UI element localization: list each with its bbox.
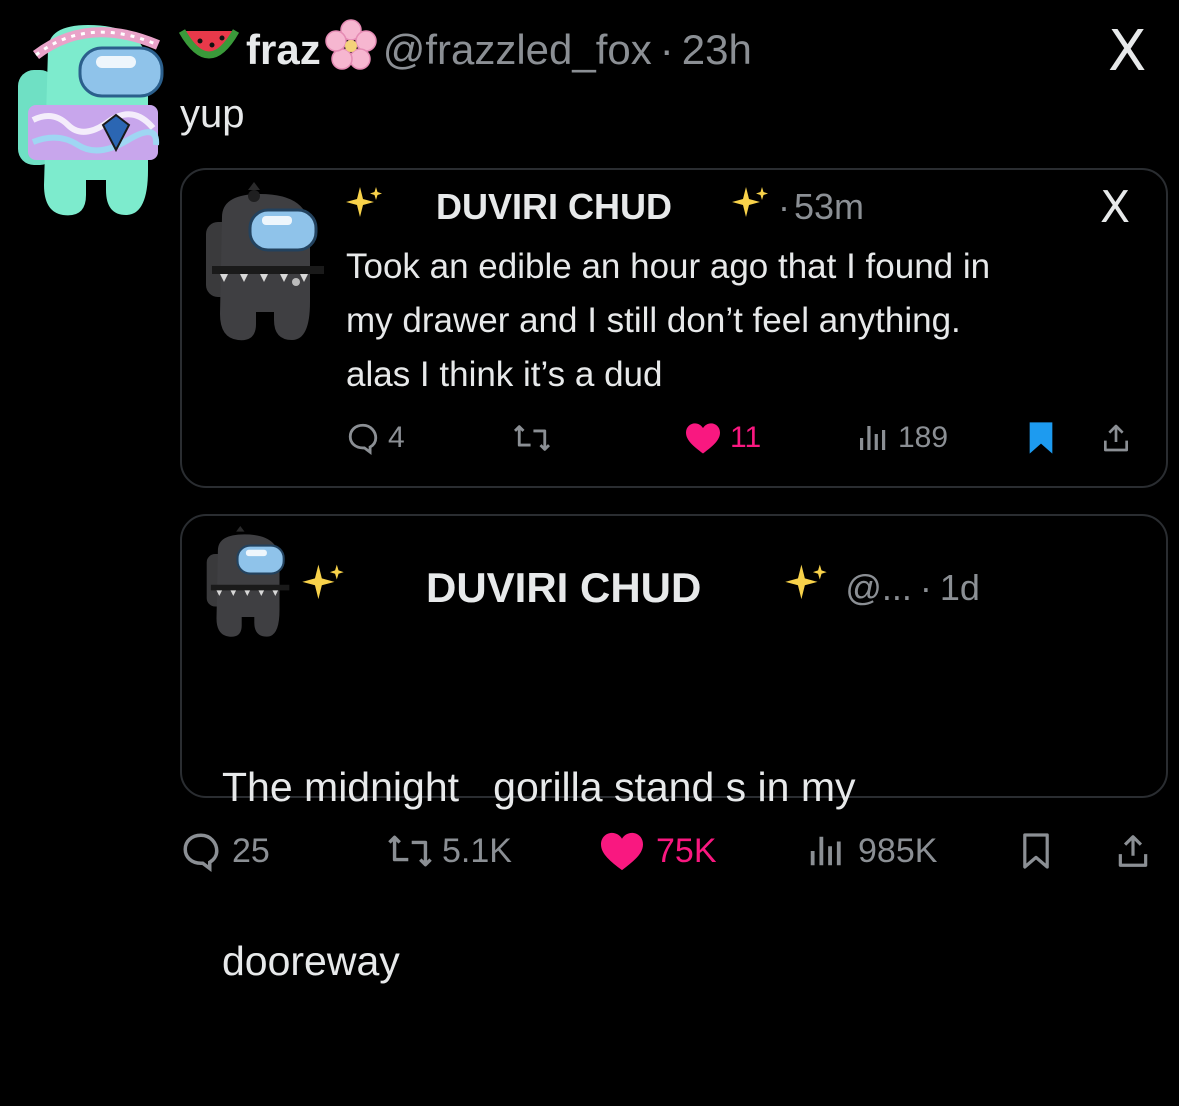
separator-dot: · (919, 567, 932, 608)
main-tweet-text: yup (180, 92, 245, 136)
heart-filled-icon (601, 832, 643, 871)
repost-button[interactable]: 5.1K (386, 830, 512, 872)
reply-count: 4 (388, 421, 405, 454)
separator-dot: · (778, 186, 791, 227)
views-icon (860, 426, 886, 450)
x-logo-icon: X (1100, 182, 1131, 233)
text-line: dooreway (222, 938, 400, 984)
views-button[interactable]: 189 (856, 421, 948, 455)
cherry-blossom-icon (324, 19, 377, 81)
heart-filled-icon (686, 423, 720, 454)
text-line: The midnight gorilla stand s in my (222, 764, 856, 810)
main-timestamp[interactable]: 23h (682, 26, 752, 74)
quote-1-text: Took an edible an hour ago that I found … (346, 240, 990, 402)
sparkles-icon (730, 183, 770, 232)
main-handle[interactable]: @frazzled_fox (383, 26, 652, 74)
bookmark-button[interactable] (1020, 830, 1052, 872)
sparkles-icon (300, 560, 346, 616)
text-line: alas I think it’s a dud (346, 355, 663, 394)
bookmark-icon (1023, 833, 1049, 869)
text-line: my drawer and I still don’t feel anythin… (346, 301, 961, 340)
like-count: 11 (730, 421, 762, 454)
views-button[interactable]: 985K (806, 832, 937, 871)
quote-1-timestamp[interactable]: 53m (794, 186, 864, 228)
repost-icon (388, 835, 432, 867)
quote-tweet-card-1[interactable]: DUVIRI CHUD · 53m X Took an edible an ho… (180, 168, 1168, 488)
repost-count: 5.1K (442, 831, 512, 870)
quote-2-display-name[interactable]: DUVIRI CHUD (426, 564, 701, 612)
separator-dot: · (659, 26, 674, 73)
avatar-duviri-chud[interactable] (200, 182, 330, 342)
quote-2-handle[interactable]: @... (845, 567, 912, 609)
reply-button[interactable]: 4 (346, 421, 405, 455)
quote-1-actions: 4 11 189 (346, 416, 1146, 460)
quote-tweet-card-2[interactable]: DUVIRI CHUD @... · 1d The midnight goril… (180, 514, 1168, 984)
share-button[interactable] (1100, 421, 1132, 455)
main-tweet-actions: 25 5.1K 75K 985K (180, 826, 1160, 876)
avatar-fraz[interactable] (8, 10, 168, 220)
text-line: Took an edible an hour ago that I found … (346, 247, 991, 286)
sparkles-icon (783, 560, 829, 616)
avatar-duviri-chud[interactable] (202, 526, 294, 638)
watermelon-icon (178, 21, 240, 79)
like-count: 75K (656, 831, 717, 870)
reply-icon (183, 833, 219, 872)
bookmark-button[interactable] (1026, 421, 1056, 455)
bookmark-filled-icon (1029, 422, 1053, 454)
share-icon (1104, 424, 1128, 452)
like-button[interactable]: 75K (598, 830, 717, 872)
crescent-moon-face-icon (723, 560, 761, 616)
crescent-moon-icon (368, 560, 406, 616)
reply-icon (348, 423, 378, 455)
x-logo-icon: X (1108, 19, 1147, 84)
reply-count: 25 (232, 831, 270, 870)
quote-1-header: DUVIRI CHUD · 53m (344, 182, 864, 232)
share-button[interactable] (1114, 830, 1152, 872)
quote-2-timestamp[interactable]: 1d (940, 567, 980, 609)
views-count: 189 (898, 421, 949, 454)
repost-icon (513, 425, 551, 451)
main-tweet-header: fraz @frazzled_fox · 23h (178, 19, 752, 81)
quote-1-display-name[interactable]: DUVIRI CHUD (436, 186, 672, 228)
quote-2-header: DUVIRI CHUD @... · 1d (300, 558, 980, 618)
main-display-name[interactable]: fraz (246, 26, 321, 74)
repost-button[interactable] (512, 421, 552, 455)
views-count: 985K (858, 831, 938, 870)
views-icon (810, 836, 841, 866)
reply-button[interactable]: 25 (180, 830, 270, 872)
share-icon (1118, 835, 1148, 867)
crescent-moon-face-icon (688, 183, 722, 232)
crescent-moon-icon (392, 183, 426, 232)
like-button[interactable]: 11 (684, 421, 761, 455)
sparkles-icon (344, 183, 384, 232)
